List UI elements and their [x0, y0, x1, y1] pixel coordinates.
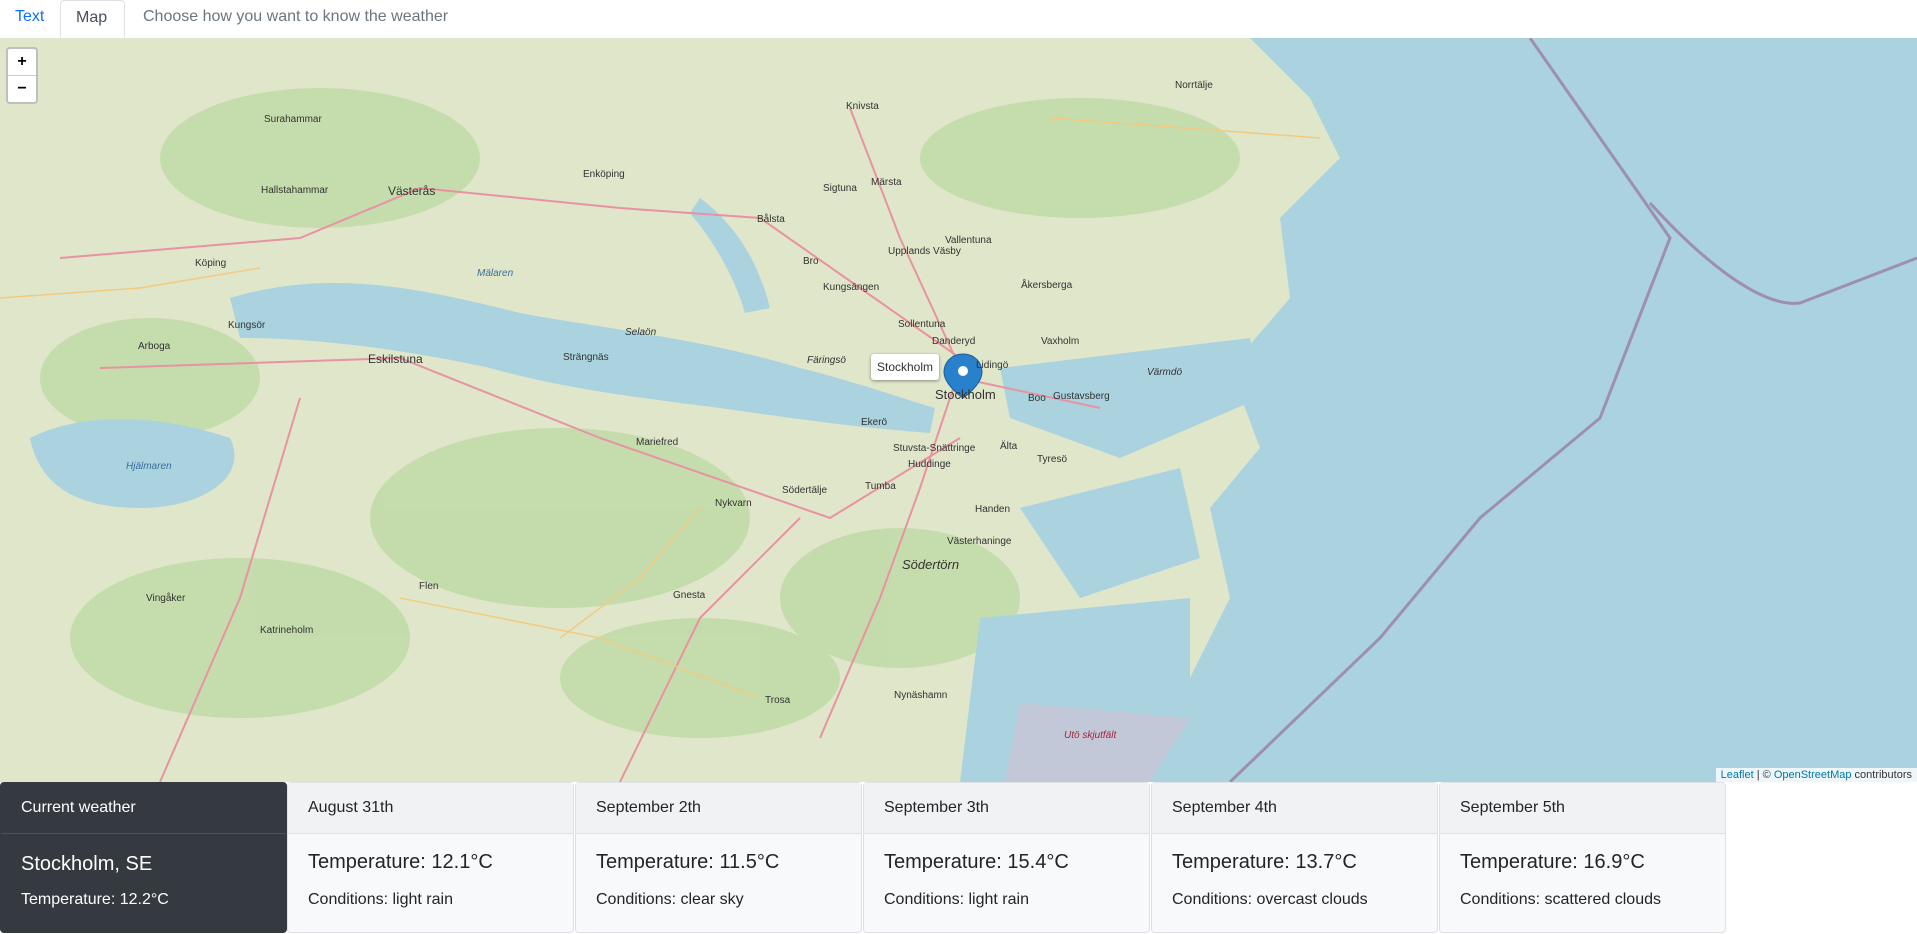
forecast-card: August 31th Temperature: 12.1°C Conditio… — [287, 782, 574, 933]
zoom-in-button[interactable]: + — [8, 49, 36, 76]
forecast-card: September 2th Temperature: 11.5°C Condit… — [575, 782, 862, 933]
forecast-conditions: Conditions: clear sky — [596, 891, 744, 908]
weather-map[interactable]: Norrtälje Knivsta Surahammar Hallstahamm… — [0, 38, 1917, 782]
forecast-conditions: Conditions: light rain — [884, 891, 1029, 908]
forecast-date: September 3th — [864, 783, 1149, 834]
forecast-temperature: Temperature: 16.9°C — [1460, 851, 1645, 873]
forecast-date: September 4th — [1152, 783, 1437, 834]
card-header: Current weather — [1, 783, 286, 834]
tab-map[interactable]: Map — [60, 0, 125, 39]
forecast-temperature: Temperature: 13.7°C — [1172, 851, 1357, 873]
forecast-temperature: Temperature: 15.4°C — [884, 851, 1069, 873]
forecast-card: September 5th Temperature: 16.9°C Condit… — [1439, 782, 1726, 933]
current-temperature: Temperature: 12.2°C — [21, 891, 169, 908]
current-city: Stockholm, SE — [21, 853, 153, 875]
forecast-temperature: Temperature: 11.5°C — [596, 851, 780, 873]
forecast-card: September 4th Temperature: 13.7°C Condit… — [1151, 782, 1438, 933]
top-nav: Text Map Choose how you want to know the… — [0, 0, 1917, 39]
forecast-temperature: Temperature: 12.1°C — [308, 851, 493, 873]
forecast-conditions: Conditions: light rain — [308, 891, 453, 908]
attribution-separator: | © — [1753, 769, 1774, 781]
map-attribution: Leaflet | © OpenStreetMap contributors — [1715, 768, 1917, 782]
zoom-out-button[interactable]: − — [8, 76, 36, 102]
map-tiles — [0, 38, 1917, 782]
leaflet-link[interactable]: Leaflet — [1721, 769, 1754, 781]
current-weather-card: Current weather Stockholm, SE Temperatur… — [0, 782, 287, 933]
forecast-card: September 3th Temperature: 15.4°C Condit… — [863, 782, 1150, 933]
zoom-control: + − — [6, 47, 38, 104]
forecast-date: August 31th — [288, 783, 573, 834]
osm-link[interactable]: OpenStreetMap — [1774, 769, 1852, 781]
attribution-tail: contributors — [1851, 769, 1912, 781]
tab-text[interactable]: Text — [0, 0, 60, 38]
forecast-conditions: Conditions: scattered clouds — [1460, 891, 1661, 908]
forecast-date: September 2th — [576, 783, 861, 834]
forecast-date: September 5th — [1440, 783, 1725, 834]
map-tooltip: Stockholm — [871, 354, 940, 380]
forecast-conditions: Conditions: overcast clouds — [1172, 891, 1368, 908]
nav-hint: Choose how you want to know the weather — [143, 8, 449, 25]
